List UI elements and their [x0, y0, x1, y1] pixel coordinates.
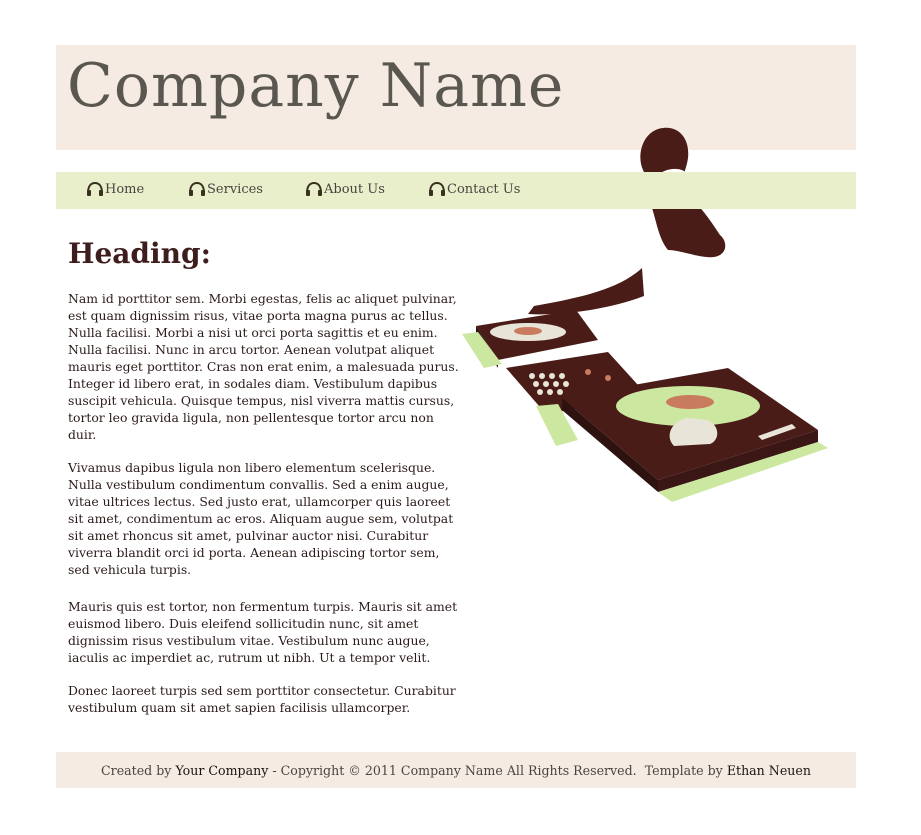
headphones-icon: [87, 181, 103, 196]
page-heading: Heading:: [68, 237, 211, 270]
headphones-icon: [306, 181, 322, 196]
headphones-icon: [189, 181, 205, 196]
footer-author-link[interactable]: Ethan Neuen: [727, 763, 811, 778]
paragraph: Donec laoreet turpis sed sem porttitor c…: [68, 683, 456, 715]
footer-copyright: - Copyright © 2011 Company Name All Righ…: [268, 762, 727, 778]
nav-item-home[interactable]: Home: [86, 181, 144, 197]
nav-label: Home: [105, 181, 145, 197]
nav-item-about-us[interactable]: About Us: [305, 181, 385, 197]
dj-turntables-illustration: [462, 127, 828, 502]
paragraph: Vivamus dapibus ligula non libero elemen…: [68, 460, 454, 577]
nav-label: Services: [207, 181, 263, 197]
footer-created-by: Created by: [101, 762, 176, 778]
nav-label: Contact Us: [447, 181, 521, 197]
main-navigation: Home Services About Us Contact Us: [56, 172, 856, 209]
footer: Created by Your Company - Copyright © 20…: [56, 752, 856, 788]
main-content: Heading: Nam id porttitor sem. Morbi ege…: [68, 237, 460, 732]
nav-item-contact-us[interactable]: Contact Us: [428, 181, 520, 197]
paragraph: Nam id porttitor sem. Morbi egestas, fel…: [68, 291, 459, 442]
footer-your-company-link[interactable]: Your Company: [175, 763, 268, 778]
paragraph: Mauris quis est tortor, non fermentum tu…: [68, 599, 458, 665]
nav-label: About Us: [324, 181, 385, 197]
nav-item-services[interactable]: Services: [188, 181, 263, 197]
headphones-icon: [429, 181, 445, 196]
